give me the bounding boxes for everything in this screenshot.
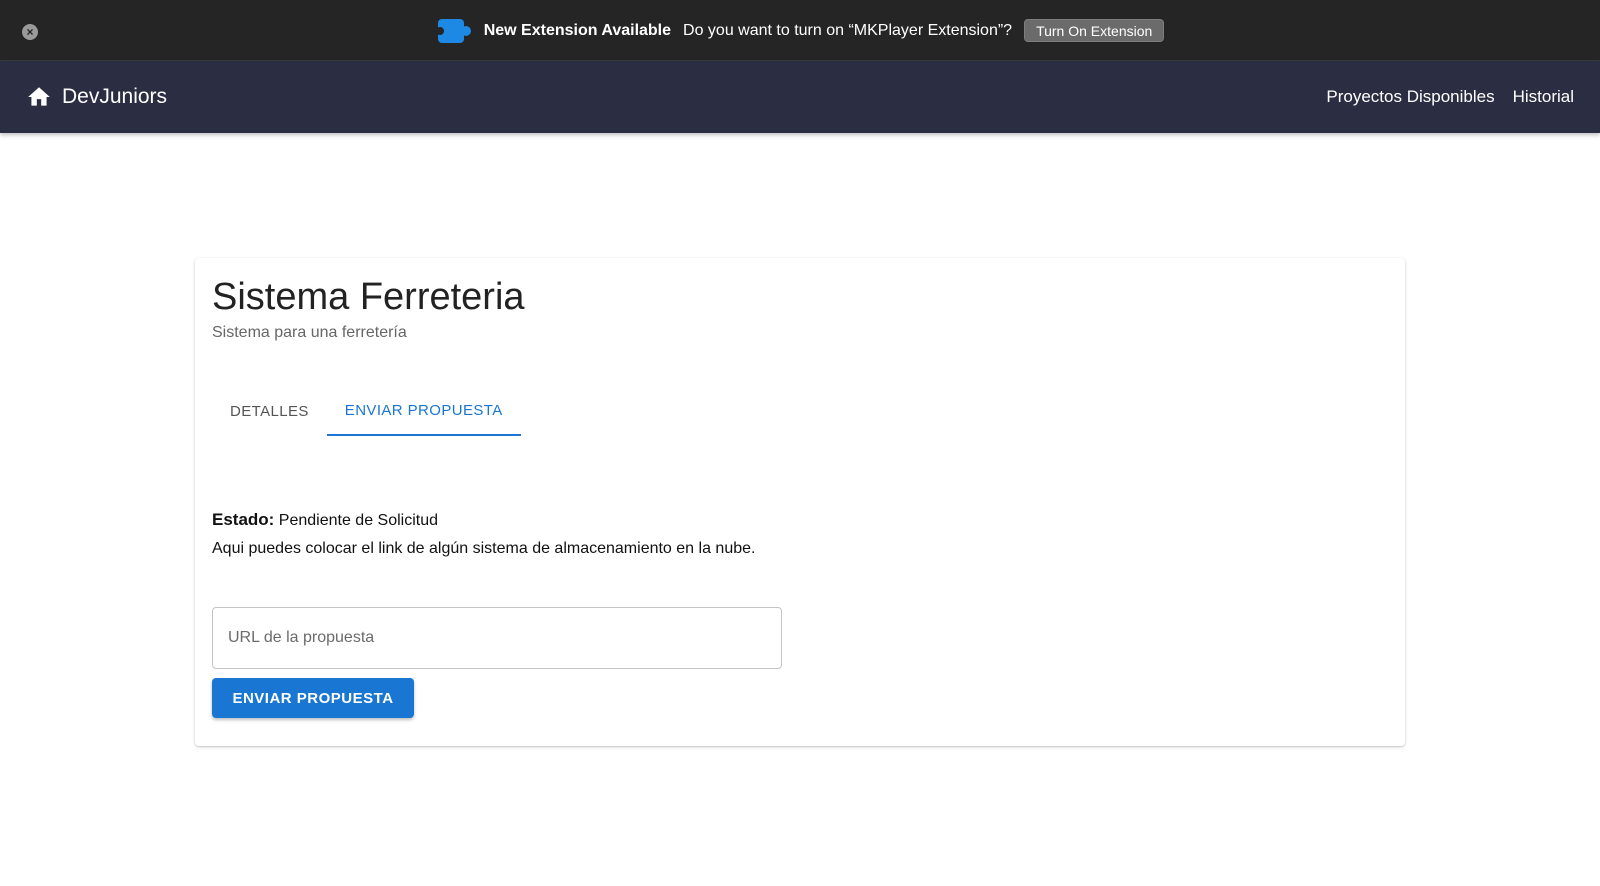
tab-detalles[interactable]: DETALLES <box>212 386 327 436</box>
home-icon <box>28 87 50 106</box>
status-label: Estado: <box>212 510 275 529</box>
tab-bar: DETALLES ENVIAR PROPUESTA <box>212 386 521 436</box>
status-line: Estado: Pendiente de Solicitud <box>212 510 438 530</box>
extension-title: New Extension Available <box>483 21 672 39</box>
top-nav: Proyectos Disponibles Historial <box>1326 61 1574 133</box>
page-subtitle: Sistema para una ferretería <box>212 324 407 341</box>
submit-proposal-button[interactable]: ENVIAR PROPUESTA <box>212 678 414 718</box>
extension-banner-content: New Extension Available Do you want to t… <box>0 0 1600 61</box>
help-text: Aqui puedes colocar el link de algún sis… <box>212 540 756 557</box>
brand-title: DevJuniors <box>62 85 168 108</box>
nav-historial[interactable]: Historial <box>1513 87 1574 107</box>
extension-question: Do you want to turn on “MKPlayer Extensi… <box>683 21 1013 39</box>
proposal-url-input[interactable] <box>212 607 782 669</box>
status-value: Pendiente de Solicitud <box>278 512 439 529</box>
brand-link[interactable]: DevJuniors <box>26 61 167 133</box>
turn-on-extension-button[interactable]: Turn On Extension <box>1024 19 1165 42</box>
puzzle-piece-icon <box>435 17 472 45</box>
app-bar: DevJuniors Proyectos Disponibles Histori… <box>0 61 1600 133</box>
extension-banner: × New Extension Available Do you want to… <box>0 0 1600 61</box>
tab-enviar-propuesta[interactable]: ENVIAR PROPUESTA <box>326 386 521 436</box>
page-title: Sistema Ferreteria <box>212 276 525 318</box>
nav-proyectos-disponibles[interactable]: Proyectos Disponibles <box>1326 87 1494 107</box>
project-card: Sistema Ferreteria Sistema para una ferr… <box>195 258 1405 746</box>
